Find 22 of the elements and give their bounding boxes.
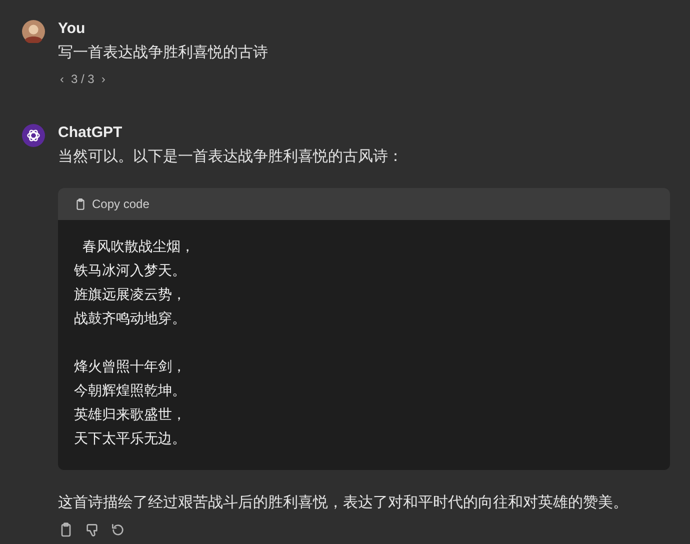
- next-button[interactable]: ›: [99, 70, 108, 88]
- user-avatar: [22, 20, 45, 43]
- previous-button[interactable]: ‹: [58, 70, 66, 88]
- message-text: 写一首表达战争胜利喜悦的古诗: [58, 43, 269, 63]
- author-name: ChatGPT: [58, 123, 124, 143]
- copy-code-button[interactable]: Copy code: [74, 195, 150, 213]
- code-line: 烽火曾照十年剑，: [74, 358, 186, 378]
- thumbs-down-icon[interactable]: [84, 522, 100, 538]
- code-line: 英雄归来歌盛世，: [74, 406, 186, 426]
- code-line: 今朝辉煌照乾坤。: [74, 382, 186, 402]
- regenerate-icon[interactable]: [110, 522, 126, 538]
- code-line: 旌旗远展凌云势，: [74, 286, 186, 306]
- clipboard-icon: [74, 198, 87, 210]
- message-text: 当然可以。以下是一首表达战争胜利喜悦的古风诗：: [58, 147, 404, 167]
- author-name: You: [58, 19, 86, 39]
- knot-logo-icon: [22, 124, 45, 147]
- code-line: 战鼓齐鸣动地穿。: [74, 310, 186, 330]
- page-counter: 3 / 3: [71, 71, 94, 88]
- code-line: 铁马冰河入梦天。: [74, 262, 186, 282]
- code-line: 春风吹散战尘烟，: [81, 238, 194, 258]
- message-text: 这首诗描绘了经过艰苦战斗后的胜利喜悦，表达了对和平时代的向往和对英雄的赞美。: [58, 493, 629, 513]
- code-line: 天下太平乐无边。: [74, 430, 186, 450]
